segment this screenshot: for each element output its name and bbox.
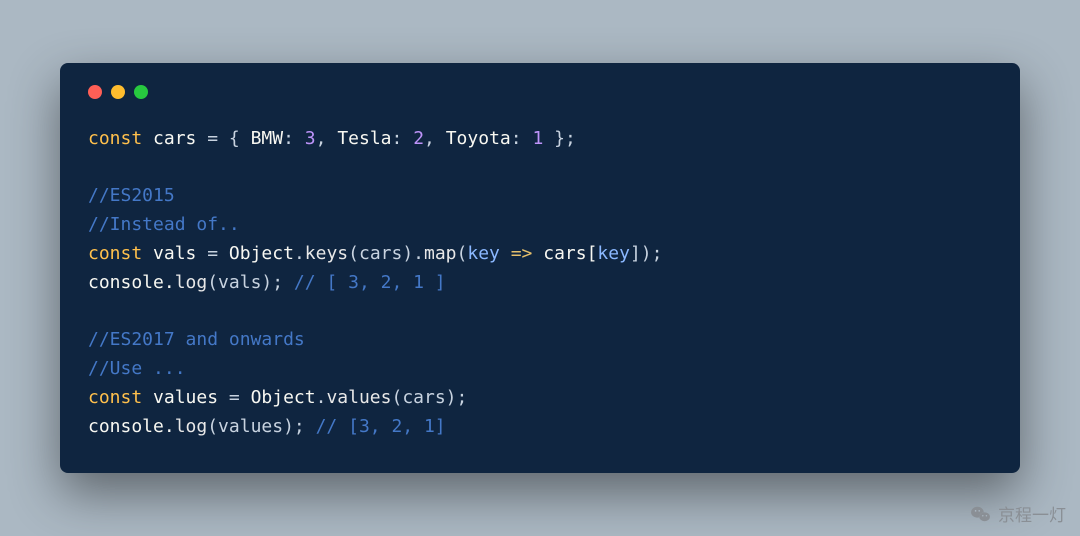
number: 1	[532, 128, 543, 149]
comment: // [ 3, 2, 1 ]	[294, 272, 446, 293]
window-traffic-lights	[88, 85, 992, 99]
function: map	[424, 243, 457, 264]
identifier: Object	[229, 243, 294, 264]
identifier: values	[153, 387, 218, 408]
prop: BMW	[251, 128, 284, 149]
punct: (values);	[207, 416, 315, 437]
code-window: const cars = { BMW: 3, Tesla: 2, Toyota:…	[60, 63, 1020, 474]
number: 2	[413, 128, 424, 149]
punct: ,	[424, 128, 446, 149]
wechat-icon	[970, 505, 992, 523]
param: key	[597, 243, 630, 264]
punct: .	[316, 387, 327, 408]
number: 3	[305, 128, 316, 149]
comment: //Instead of..	[88, 214, 240, 235]
close-dot-icon	[88, 85, 102, 99]
code-block: const cars = { BMW: 3, Tesla: 2, Toyota:…	[88, 125, 992, 442]
punct: ]);	[630, 243, 663, 264]
function: keys	[305, 243, 348, 264]
function: log	[175, 416, 208, 437]
keyword: const	[88, 128, 142, 149]
punct: .	[294, 243, 305, 264]
punct: =	[196, 243, 229, 264]
punct: :	[392, 128, 414, 149]
punct: :	[283, 128, 305, 149]
identifier: Object	[251, 387, 316, 408]
comment: //Use ...	[88, 358, 186, 379]
comment: //ES2015	[88, 185, 175, 206]
keyword: const	[88, 243, 142, 264]
minimize-dot-icon	[111, 85, 125, 99]
punct: (cars).	[348, 243, 424, 264]
identifier: vals	[153, 243, 196, 264]
keyword: const	[88, 387, 142, 408]
punct: (vals);	[207, 272, 294, 293]
identifier: cars	[153, 128, 196, 149]
comment: //ES2017 and onwards	[88, 329, 305, 350]
punct: =	[218, 387, 251, 408]
function: values	[326, 387, 391, 408]
punct: ,	[316, 128, 338, 149]
arrow: =>	[500, 243, 543, 264]
prop: Toyota	[446, 128, 511, 149]
comment: // [3, 2, 1]	[316, 416, 446, 437]
watermark-text: 京程一灯	[998, 501, 1066, 526]
identifier: cars[	[543, 243, 597, 264]
punct: (cars);	[391, 387, 467, 408]
prop: Tesla	[337, 128, 391, 149]
maximize-dot-icon	[134, 85, 148, 99]
punct: };	[543, 128, 576, 149]
identifier: console.	[88, 272, 175, 293]
punct: :	[511, 128, 533, 149]
punct: (	[457, 243, 468, 264]
function: log	[175, 272, 208, 293]
punct: = {	[196, 128, 250, 149]
identifier: console.	[88, 416, 175, 437]
watermark: 京程一灯	[970, 501, 1066, 526]
param: key	[467, 243, 500, 264]
